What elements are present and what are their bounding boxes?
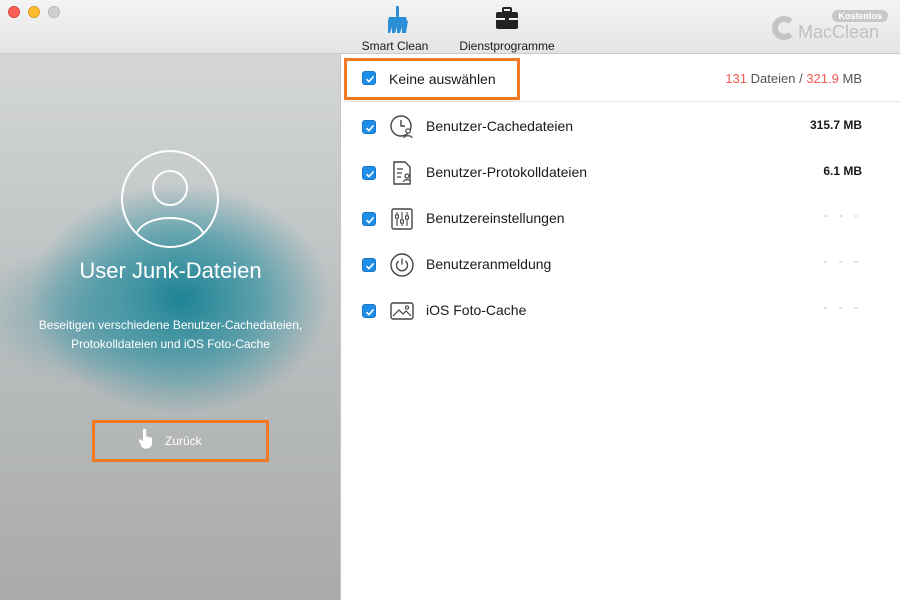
item-size: - - - [823, 300, 862, 314]
photo-icon [389, 298, 415, 324]
selection-summary-row: Keine auswählen 131 Dateien / 321.9 MB [342, 54, 900, 102]
toolbox-icon [452, 6, 562, 36]
maximize-window-button[interactable] [48, 6, 60, 18]
power-icon [389, 252, 415, 278]
item-checkbox[interactable] [362, 258, 376, 272]
item-label: iOS Foto-Cache [426, 302, 527, 318]
list-item[interactable]: iOS Foto-Cache - - - [342, 288, 900, 334]
item-checkbox[interactable] [362, 166, 376, 180]
back-button[interactable]: Zurück [92, 420, 269, 462]
item-label: Benutzereinstellungen [426, 210, 565, 226]
junk-file-list-panel: Keine auswählen 131 Dateien / 321.9 MB B… [342, 54, 900, 600]
edition-badge: Kostenlos [832, 10, 888, 22]
item-checkbox[interactable] [362, 212, 376, 226]
toolbar-utilities-button[interactable]: Dienstprogramme [452, 4, 562, 53]
log-file-icon [389, 160, 415, 186]
select-all-checkbox[interactable] [362, 71, 376, 85]
item-size: 6.1 MB [823, 164, 862, 178]
select-none-label[interactable]: Keine auswählen [389, 71, 496, 87]
panel-description-line: Beseitigen verschiedene Benutzer-Cacheda… [38, 318, 303, 332]
list-item[interactable]: Benutzer-Protokolldateien 6.1 MB [342, 150, 900, 196]
list-item[interactable]: Benutzeranmeldung - - - [342, 242, 900, 288]
broom-icon [355, 6, 435, 36]
brand-name: MacClean [798, 22, 880, 42]
toolbar-utilities-label: Dienstprogramme [459, 39, 555, 53]
item-label: Benutzeranmeldung [426, 256, 552, 272]
back-button-label: Zurück [165, 434, 202, 448]
sliders-icon [389, 206, 415, 232]
toolbar-smart-clean-label: Smart Clean [361, 39, 429, 53]
item-size: - - - [823, 208, 862, 222]
size-unit: MB [842, 71, 863, 86]
stats-separator: / [799, 71, 803, 86]
macclean-logo-icon [772, 16, 796, 40]
user-avatar-icon [121, 150, 219, 248]
item-label: Benutzer-Cachedateien [426, 118, 574, 134]
panel-title: User Junk-Dateien [79, 258, 262, 283]
pointer-hand-icon [139, 428, 153, 454]
selection-stats: 131 Dateien / 321.9 MB [725, 71, 862, 86]
item-size: - - - [823, 254, 862, 268]
list-item[interactable]: Benutzer-Cachedateien 315.7 MB [342, 104, 900, 150]
minimize-window-button[interactable] [28, 6, 40, 18]
toolbar-smart-clean-button[interactable]: Smart Clean [355, 4, 435, 53]
file-count: 131 [725, 71, 748, 86]
close-window-button[interactable] [8, 6, 20, 18]
item-checkbox[interactable] [362, 304, 376, 318]
files-word: Dateien [750, 71, 796, 86]
total-size: 321.9 [806, 71, 839, 86]
brand-logo: Kostenlos MacClean [772, 10, 890, 46]
item-checkbox[interactable] [362, 120, 376, 134]
item-label: Benutzer-Protokolldateien [426, 164, 588, 180]
list-item[interactable]: Benutzereinstellungen - - - [342, 196, 900, 242]
category-info-panel: User Junk-Dateien Beseitigen verschieden… [0, 54, 341, 600]
clock-user-icon [389, 114, 415, 140]
panel-description-line: Protokolldateien und iOS Foto-Cache [71, 337, 270, 351]
title-bar: Smart Clean Dienstprogramme Kostenlos Ma… [0, 0, 900, 54]
item-size: 315.7 MB [809, 118, 862, 132]
panel-description: Beseitigen verschiedene Benutzer-Cacheda… [20, 316, 321, 354]
